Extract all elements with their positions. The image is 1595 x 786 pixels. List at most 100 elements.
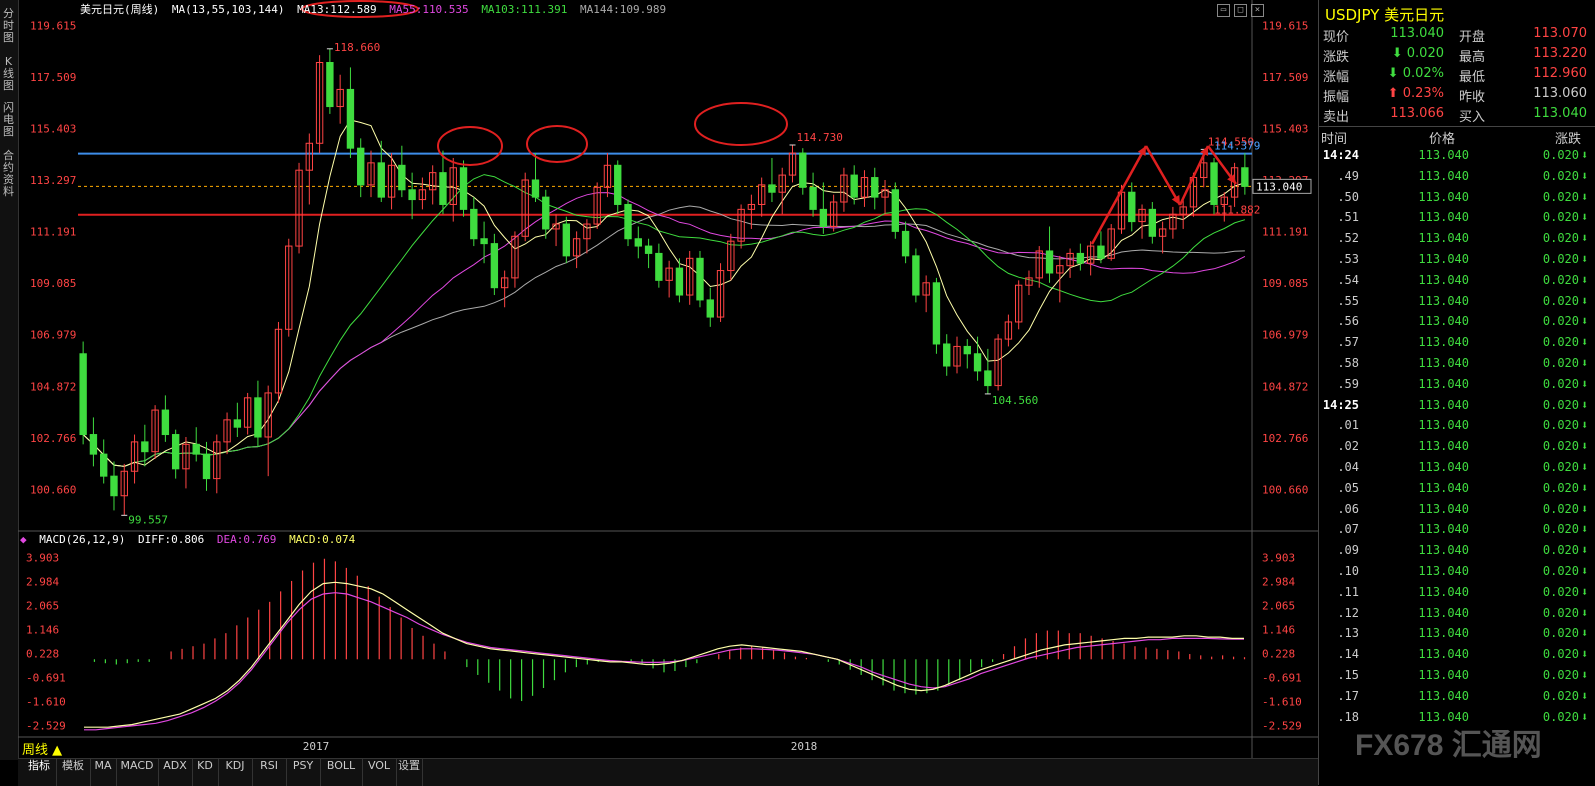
indicator-tab-8[interactable]: PSY xyxy=(286,759,321,786)
indicator-tab-11[interactable]: 设置 xyxy=(396,759,423,786)
tick-time: .12 xyxy=(1337,605,1359,620)
macd-settings-icon[interactable]: ◆ xyxy=(20,533,27,546)
indicator-tab-10[interactable]: VOL xyxy=(362,759,397,786)
candle-body xyxy=(346,88,355,149)
indicator-tab-7[interactable]: RSI xyxy=(252,759,287,786)
indicator-tab-6[interactable]: KDJ xyxy=(218,759,253,786)
tick-row: .50 113.040 0.020 ⬇ xyxy=(1319,190,1595,211)
macd-axis-label-left: -0.691 xyxy=(26,671,66,684)
restore-icon[interactable]: ▭ xyxy=(1217,4,1230,17)
macd-legend: ◆ MACD(26,12,9) DIFF:0.806 DEA:0.769 MAC… xyxy=(20,533,361,546)
price-axis-label-left: 109.085 xyxy=(30,277,76,290)
macd-axis-label-left: -2.529 xyxy=(26,719,66,732)
tick-header-change: 涨跌 xyxy=(1555,132,1582,147)
watermark-logo: FX678 汇通网 xyxy=(1355,729,1542,762)
candle-body xyxy=(377,162,385,198)
tick-row: .56 113.040 0.020 ⬇ xyxy=(1319,314,1595,335)
close-icon[interactable]: × xyxy=(1251,4,1264,17)
indicator-tab-3[interactable]: MACD xyxy=(116,759,159,786)
candle-body xyxy=(100,453,108,477)
candle-body xyxy=(1210,162,1218,205)
down-arrow-icon: ⬇ xyxy=(1581,709,1589,724)
tick-row: .09 113.040 0.020 ⬇ xyxy=(1319,543,1595,564)
candle-body xyxy=(562,223,571,257)
tick-row: .06 113.040 0.020 ⬇ xyxy=(1319,502,1595,523)
maximize-icon[interactable]: □ xyxy=(1234,4,1247,17)
indicator-tab-0[interactable]: 指标 xyxy=(22,759,57,786)
tick-change: 0.020 xyxy=(1542,356,1579,370)
tick-time: .02 xyxy=(1337,439,1359,454)
tick-row: .55 113.040 0.020 ⬇ xyxy=(1319,294,1595,315)
macd-axis-label-left: 2.984 xyxy=(26,575,59,588)
tick-row: .52 113.040 0.020 ⬇ xyxy=(1319,231,1595,252)
tick-time: .14 xyxy=(1337,647,1359,662)
chart-area[interactable]: 119.615 119.615 117.509 117.509 115.403 115.4… xyxy=(0,0,1318,760)
candle-body xyxy=(768,184,776,193)
quote-value: ⬇ 0.02% xyxy=(1387,66,1444,81)
candle-body xyxy=(459,167,468,210)
tick-price: 113.040 xyxy=(1418,501,1469,516)
price-axis-label-left: 104.872 xyxy=(30,380,76,393)
tick-time: .51 xyxy=(1337,210,1359,225)
candle-body xyxy=(706,299,714,318)
tick-change: 0.020 xyxy=(1542,376,1579,391)
down-arrow-icon: ⬇ xyxy=(1581,605,1589,620)
quote-title: USDJPY 美元日元 xyxy=(1325,4,1444,25)
quote-row: 振幅 ⬆ 0.23% 昨收 113.060 xyxy=(1319,86,1595,106)
candle-body xyxy=(490,243,499,289)
indicator-tab-4[interactable]: ADX xyxy=(158,759,193,786)
tick-price: 113.040 xyxy=(1418,272,1469,287)
tick-price: 113.040 xyxy=(1418,314,1469,329)
macd-axis-label-right: -2.529 xyxy=(1262,719,1302,732)
candle-body xyxy=(1241,167,1249,187)
quote-value: 113.040 xyxy=(1533,106,1587,121)
tick-time: .56 xyxy=(1337,314,1359,329)
indicator-tab-5[interactable]: KD xyxy=(192,759,219,786)
tick-time: .10 xyxy=(1337,564,1359,578)
candle-body xyxy=(326,62,334,108)
price-axis-label-right: 104.872 xyxy=(1262,380,1308,393)
tick-row: .01 113.040 0.020 ⬇ xyxy=(1319,418,1595,439)
tick-row: 14:24 113.040 0.020 ⬇ xyxy=(1319,148,1595,169)
down-arrow-icon: ⬇ xyxy=(1581,626,1589,641)
tick-price: 113.040 xyxy=(1418,668,1469,682)
down-arrow-icon: ⬇ xyxy=(1581,668,1589,682)
candle-body xyxy=(1097,245,1105,259)
tick-price: 113.040 xyxy=(1418,439,1469,454)
period-selector[interactable]: 周线 ▲ xyxy=(22,739,62,758)
arrow-down-1 xyxy=(1144,145,1182,206)
tick-table-header: 时间 价格 涨跌 xyxy=(1319,126,1595,147)
tick-change: 0.020 xyxy=(1542,605,1579,620)
annot-high-2016: 118.660 xyxy=(334,41,380,54)
tick-price: 113.040 xyxy=(1418,460,1469,474)
tick-row: .53 113.040 0.020 ⬇ xyxy=(1319,252,1595,273)
indicator-tab-1[interactable]: 模板 xyxy=(56,759,91,786)
candle-body xyxy=(1045,250,1054,274)
annot-low-2016: 99.557 xyxy=(128,513,168,526)
tick-header-price: 价格 xyxy=(1429,132,1456,147)
macd-axis-label-left: 2.065 xyxy=(26,599,59,612)
current-price-label: 113.040 xyxy=(1256,180,1302,193)
macd-axis-label-right: 2.065 xyxy=(1262,599,1295,612)
window-controls: ▭ □ × xyxy=(1213,1,1310,17)
tick-change: 0.020 xyxy=(1542,168,1579,183)
indicator-tab-9[interactable]: BOLL xyxy=(320,759,363,786)
candle-body xyxy=(89,434,98,455)
candle-body xyxy=(891,189,900,232)
quote-label: 开盘 xyxy=(1459,30,1486,45)
price-axis-label-right: 102.766 xyxy=(1262,432,1308,445)
candle-body xyxy=(819,208,828,227)
down-arrow-icon: ⬇ xyxy=(1581,335,1589,350)
tick-change: 0.020 xyxy=(1542,210,1579,225)
candle-body xyxy=(408,189,416,201)
candle-body xyxy=(655,252,663,281)
quote-value: 113.220 xyxy=(1533,46,1587,61)
tick-change: 0.020 xyxy=(1542,148,1579,162)
tick-price: 113.040 xyxy=(1418,397,1469,412)
down-arrow-icon: ⬇ xyxy=(1581,397,1589,412)
candle-body xyxy=(809,186,817,210)
price-axis-label-left: 115.403 xyxy=(30,123,76,136)
tick-time: .07 xyxy=(1337,522,1359,537)
macd-axis-label-left: 0.228 xyxy=(26,647,59,660)
indicator-tab-2[interactable]: MA xyxy=(90,759,117,786)
